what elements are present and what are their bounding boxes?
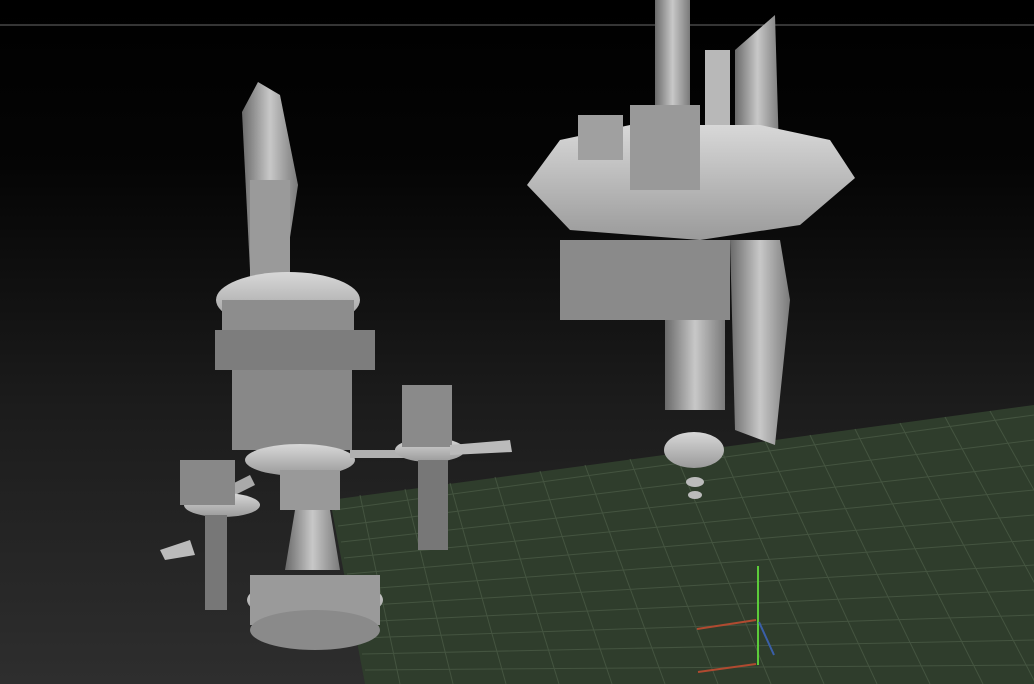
right-tower-model [527, 0, 855, 499]
3d-viewport[interactable] [0, 0, 1034, 684]
scene [0, 0, 1034, 684]
